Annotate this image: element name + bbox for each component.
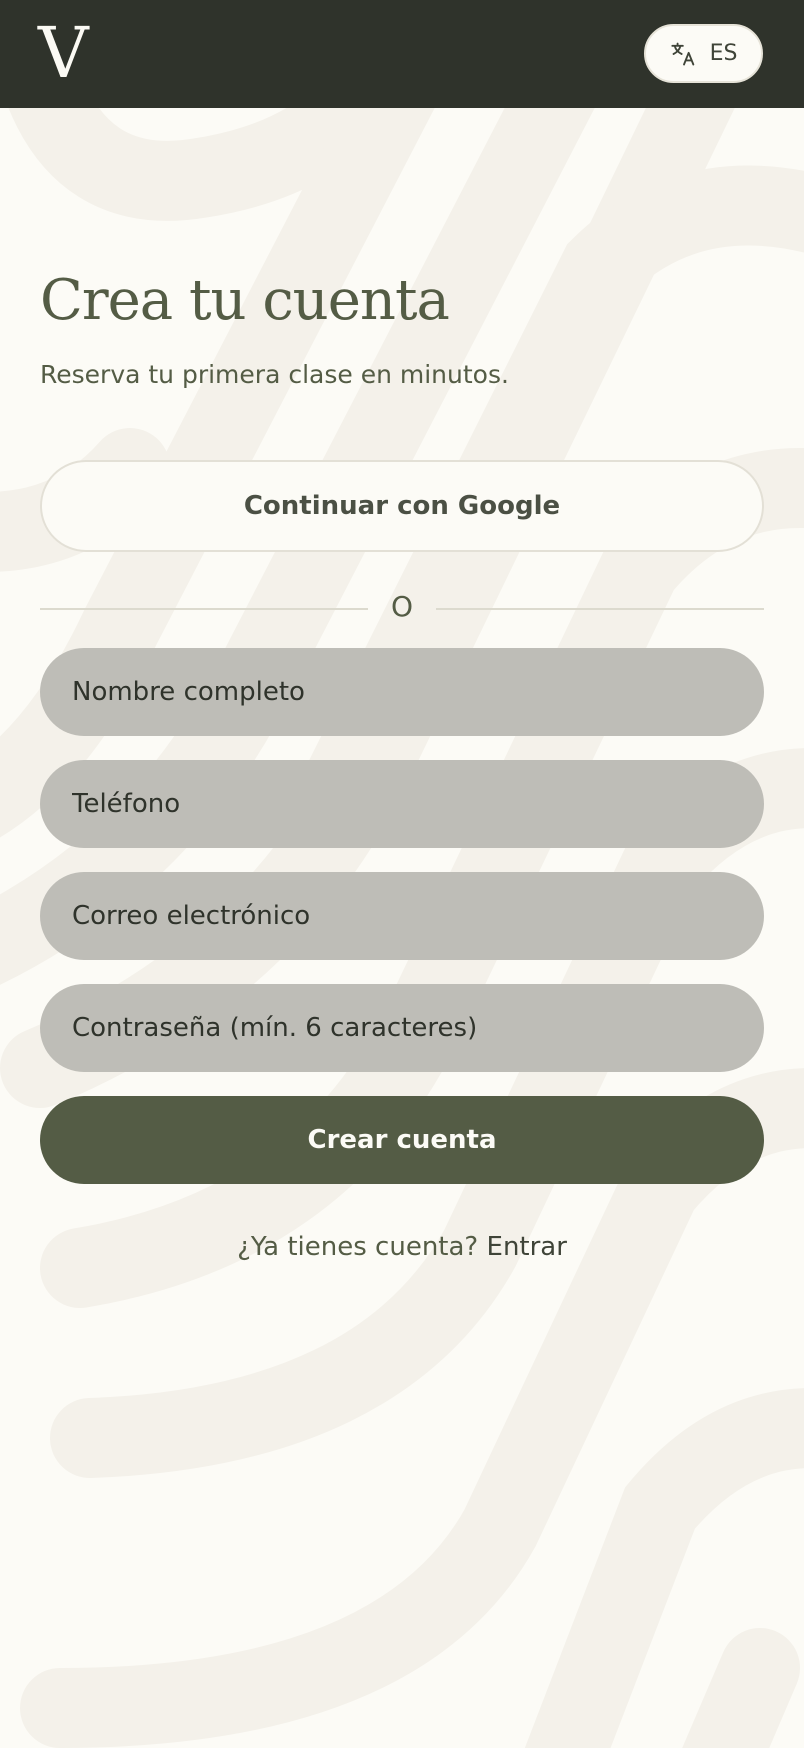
phone-input[interactable] xyxy=(40,760,764,848)
page-title: Crea tu cuenta xyxy=(40,268,450,333)
language-label: ES xyxy=(709,41,738,66)
google-signin-button[interactable]: Continuar con Google xyxy=(40,460,764,552)
login-prompt-row: ¿Ya tienes cuenta? Entrar xyxy=(40,1232,764,1262)
page-subtitle: Reserva tu primera clase en minutos. xyxy=(40,360,509,389)
login-prompt-text: ¿Ya tienes cuenta? xyxy=(237,1232,479,1262)
or-divider: O xyxy=(40,586,764,630)
brand-logo[interactable]: V xyxy=(38,18,89,88)
login-link[interactable]: Entrar xyxy=(487,1232,567,1262)
divider-text: O xyxy=(390,590,414,623)
create-account-button[interactable]: Crear cuenta xyxy=(40,1096,764,1184)
divider-line xyxy=(40,608,368,610)
email-input[interactable] xyxy=(40,872,764,960)
full-name-input[interactable] xyxy=(40,648,764,736)
translate-icon xyxy=(670,42,694,65)
language-button[interactable]: ES xyxy=(644,24,763,83)
top-bar: V ES xyxy=(0,0,804,108)
password-input[interactable] xyxy=(40,984,764,1072)
divider-line xyxy=(436,608,764,610)
